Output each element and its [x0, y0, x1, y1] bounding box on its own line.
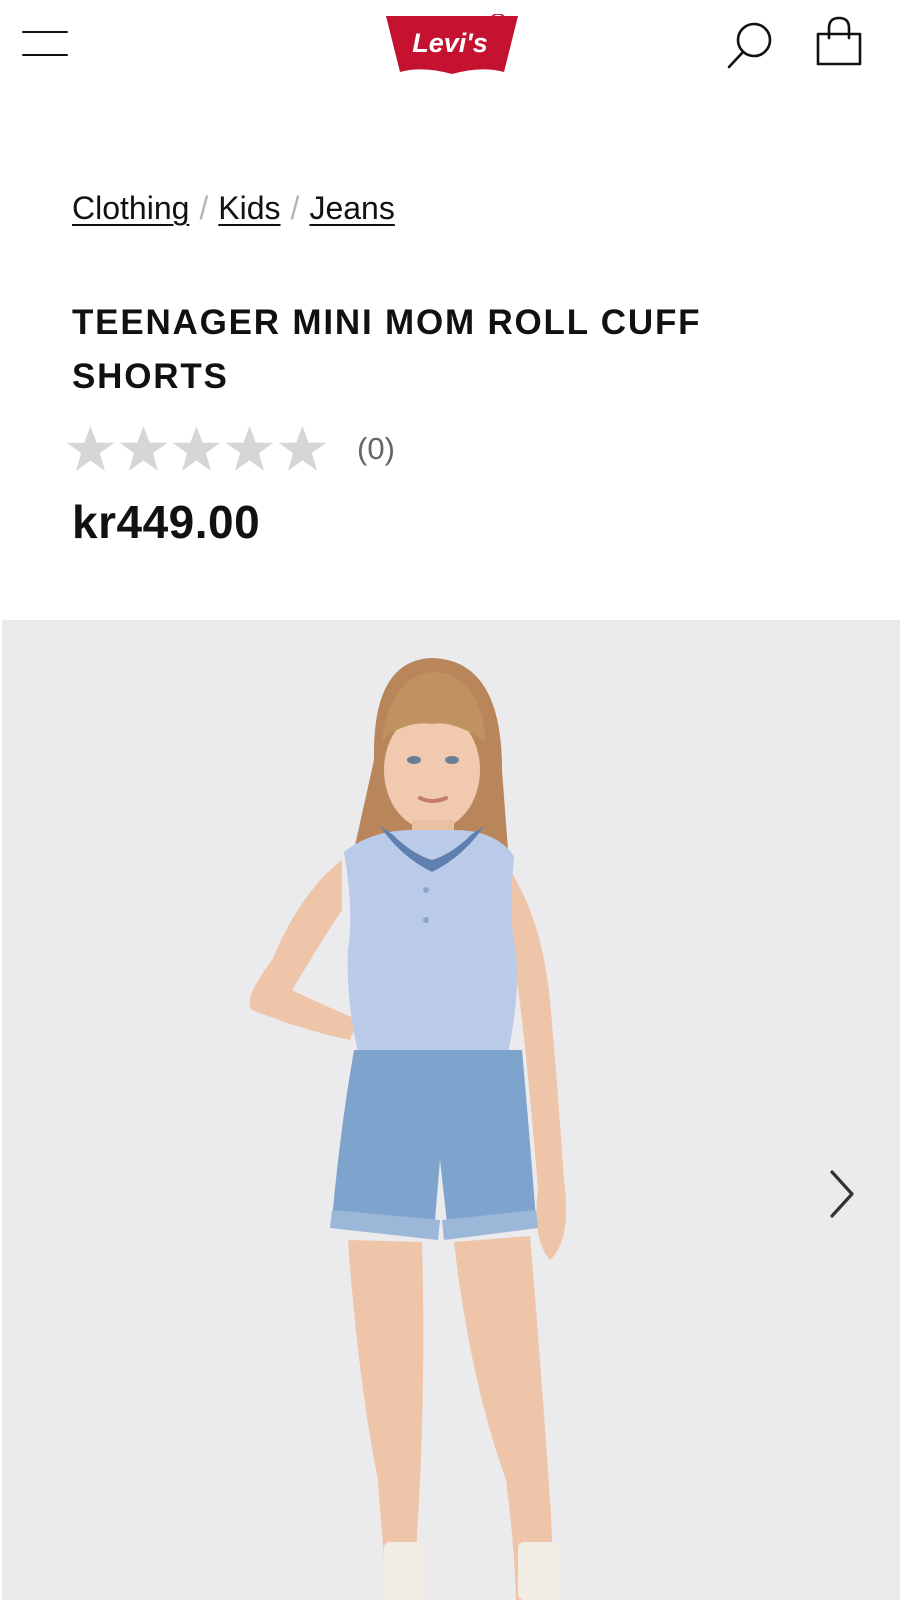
breadcrumb-separator: / [199, 190, 209, 226]
star-icon [278, 426, 327, 471]
product-rating[interactable]: (0) [64, 424, 395, 474]
breadcrumb-clothing[interactable]: Clothing [72, 190, 189, 226]
breadcrumb: Clothing / Kids / Jeans [72, 188, 395, 228]
star-icon [172, 426, 221, 471]
rating-stars [64, 424, 329, 474]
menu-line [22, 31, 68, 33]
product-image-gallery[interactable] [2, 620, 900, 1600]
menu-line [22, 54, 68, 56]
levis-logo[interactable]: Levi's ® [382, 13, 522, 78]
product-photo [249, 658, 567, 1600]
breadcrumb-kids[interactable]: Kids [218, 190, 280, 226]
logo-registered-mark: ® [494, 18, 502, 29]
breadcrumb-jeans[interactable]: Jeans [309, 190, 394, 226]
chevron-right-icon[interactable] [822, 1160, 868, 1230]
review-count[interactable]: (0) [357, 431, 395, 467]
product-title: TEENAGER MINI MOM ROLL CUFF SHORTS [72, 303, 702, 396]
logo-text: Levi's [412, 28, 487, 58]
shopping-bag-icon[interactable] [812, 14, 866, 70]
levis-logo-graphic: Levi's ® [386, 13, 518, 74]
star-icon [66, 426, 115, 471]
site-header: Levi's ® [0, 0, 900, 92]
star-icon [225, 426, 274, 471]
product-price: kr449.00 [72, 496, 261, 548]
hamburger-menu-icon[interactable] [18, 24, 72, 64]
star-icon [119, 426, 168, 471]
search-icon[interactable] [724, 18, 778, 72]
breadcrumb-separator: / [290, 190, 300, 226]
